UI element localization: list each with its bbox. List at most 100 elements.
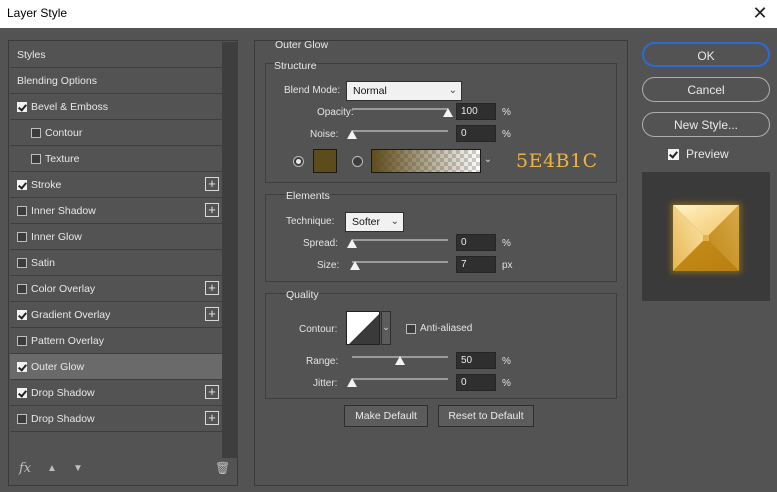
style-item-checkbox[interactable] bbox=[17, 336, 27, 346]
add-style-icon[interactable]: + bbox=[205, 307, 219, 321]
style-item[interactable]: Satin bbox=[10, 250, 222, 276]
style-item-checkbox[interactable] bbox=[17, 388, 27, 398]
style-item-checkbox[interactable] bbox=[17, 102, 27, 112]
chevron-down-icon: ⌄ bbox=[390, 216, 399, 227]
add-style-icon[interactable]: + bbox=[205, 385, 219, 399]
opacity-slider[interactable] bbox=[352, 108, 448, 110]
style-item-checkbox[interactable] bbox=[17, 206, 27, 216]
style-item-checkbox[interactable] bbox=[17, 284, 27, 294]
glow-color-swatch[interactable] bbox=[313, 149, 337, 173]
gradient-chevron-down-icon[interactable]: ⌄ bbox=[481, 149, 495, 173]
structure-heading: Structure bbox=[274, 60, 317, 72]
technique-value: Softer bbox=[352, 216, 381, 228]
preview-swatch-image bbox=[671, 203, 741, 273]
styles-scrollbar[interactable] bbox=[222, 42, 238, 458]
style-item-label: Drop Shadow bbox=[31, 413, 95, 425]
style-item[interactable]: Outer Glow bbox=[10, 354, 222, 380]
jitter-unit: % bbox=[502, 378, 511, 389]
blend-mode-value: Normal bbox=[353, 85, 387, 97]
style-item[interactable]: Gradient Overlay + bbox=[10, 302, 222, 328]
reset-to-default-button[interactable]: Reset to Default bbox=[438, 405, 534, 427]
trash-icon[interactable]: 🗑 bbox=[215, 461, 230, 475]
range-slider-thumb[interactable] bbox=[395, 356, 405, 365]
contour-curve-icon bbox=[347, 312, 379, 344]
style-item[interactable]: Styles bbox=[10, 42, 222, 68]
jitter-slider-thumb[interactable] bbox=[347, 378, 357, 387]
style-item[interactable]: Pattern Overlay bbox=[10, 328, 222, 354]
style-item-label: Bevel & Emboss bbox=[31, 101, 109, 113]
style-item-label: Styles bbox=[17, 49, 46, 61]
ok-button[interactable]: OK bbox=[642, 42, 770, 67]
style-item[interactable]: Drop Shadow + bbox=[10, 380, 222, 406]
fx-icon[interactable]: fx bbox=[19, 461, 31, 476]
style-item-checkbox[interactable] bbox=[31, 154, 41, 164]
style-item-label: Stroke bbox=[31, 179, 62, 191]
style-item[interactable]: Drop Shadow + bbox=[10, 406, 222, 432]
style-item[interactable]: Inner Glow bbox=[10, 224, 222, 250]
new-style-button[interactable]: New Style... bbox=[642, 112, 770, 137]
close-icon[interactable]: ✕ bbox=[749, 2, 771, 24]
glow-gradient-swatch[interactable] bbox=[371, 149, 481, 173]
color-hex-annotation: 5E4B1C bbox=[516, 150, 598, 172]
jitter-input[interactable]: 0 bbox=[456, 374, 496, 391]
move-up-icon[interactable]: ▲ bbox=[47, 463, 57, 474]
contour-preview[interactable] bbox=[346, 311, 380, 345]
style-item-checkbox[interactable] bbox=[17, 258, 27, 268]
size-input[interactable]: 7 bbox=[456, 256, 496, 273]
gradient-radio[interactable] bbox=[352, 156, 363, 167]
style-item[interactable]: Stroke + bbox=[10, 172, 222, 198]
technique-label: Technique: bbox=[286, 216, 335, 227]
styles-list: Styles Blending Options Bevel & Emboss Cont… bbox=[10, 42, 222, 432]
style-item-checkbox[interactable] bbox=[17, 232, 27, 242]
quality-group: Quality Contour: ⌄ Anti-aliased Range: 5… bbox=[265, 289, 617, 399]
spread-input[interactable]: 0 bbox=[456, 234, 496, 251]
spread-label: Spread: bbox=[303, 238, 339, 249]
range-unit: % bbox=[502, 356, 511, 367]
spread-unit: % bbox=[502, 238, 511, 249]
noise-input[interactable]: 0 bbox=[456, 125, 496, 142]
noise-slider[interactable] bbox=[352, 130, 448, 132]
contour-chevron-down-icon[interactable]: ⌄ bbox=[381, 311, 391, 345]
spread-slider[interactable] bbox=[352, 239, 448, 241]
style-item-checkbox[interactable] bbox=[17, 180, 27, 190]
title-bar: Layer Style ✕ bbox=[0, 0, 777, 28]
preview-checkbox[interactable] bbox=[668, 149, 679, 160]
add-style-icon[interactable]: + bbox=[205, 203, 219, 217]
style-item-label: Gradient Overlay bbox=[31, 309, 111, 321]
technique-select[interactable]: Softer ⌄ bbox=[345, 212, 404, 232]
style-item[interactable]: Inner Shadow + bbox=[10, 198, 222, 224]
style-item-label: Inner Glow bbox=[31, 231, 82, 243]
solid-color-radio[interactable] bbox=[293, 156, 304, 167]
cancel-button[interactable]: Cancel bbox=[642, 77, 770, 102]
spread-slider-thumb[interactable] bbox=[347, 239, 357, 248]
move-down-icon[interactable]: ▼ bbox=[73, 463, 83, 474]
add-style-icon[interactable]: + bbox=[205, 411, 219, 425]
add-style-icon[interactable]: + bbox=[205, 281, 219, 295]
add-style-icon[interactable]: + bbox=[205, 177, 219, 191]
jitter-slider[interactable] bbox=[352, 378, 448, 380]
style-item-checkbox[interactable] bbox=[17, 310, 27, 320]
style-item-checkbox[interactable] bbox=[31, 128, 41, 138]
style-item[interactable]: Color Overlay + bbox=[10, 276, 222, 302]
style-item[interactable]: Bevel & Emboss bbox=[10, 94, 222, 120]
style-item-label: Texture bbox=[45, 153, 80, 165]
styles-toolbar: fx ▲ ▼ 🗑 bbox=[9, 455, 237, 485]
preview-label: Preview bbox=[686, 147, 729, 161]
style-item[interactable]: Blending Options bbox=[10, 68, 222, 94]
opacity-slider-thumb[interactable] bbox=[443, 108, 453, 117]
blend-mode-select[interactable]: Normal ⌄ bbox=[346, 81, 462, 101]
style-item-checkbox[interactable] bbox=[17, 362, 27, 372]
style-item[interactable]: Texture bbox=[10, 146, 222, 172]
make-default-button[interactable]: Make Default bbox=[344, 405, 428, 427]
range-input[interactable]: 50 bbox=[456, 352, 496, 369]
elements-heading: Elements bbox=[286, 190, 330, 202]
opacity-input[interactable]: 100 bbox=[456, 103, 496, 120]
noise-slider-thumb[interactable] bbox=[347, 130, 357, 139]
panel-heading: Outer Glow bbox=[275, 39, 329, 51]
size-slider-thumb[interactable] bbox=[349, 261, 360, 270]
style-item-checkbox[interactable] bbox=[17, 414, 27, 424]
size-slider[interactable] bbox=[352, 261, 448, 263]
style-item[interactable]: Contour bbox=[10, 120, 222, 146]
style-item-label: Satin bbox=[31, 257, 55, 269]
anti-aliased-checkbox[interactable] bbox=[406, 324, 416, 334]
